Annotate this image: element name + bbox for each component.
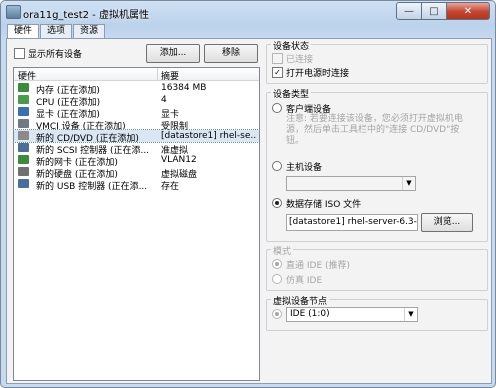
cd-dvd-icon bbox=[18, 131, 29, 140]
col-summary[interactable]: 摘要 bbox=[161, 69, 179, 82]
vdn-radio bbox=[272, 309, 282, 319]
virtual-device-node-select[interactable]: IDE (1:0) ▼ bbox=[286, 307, 418, 322]
remove-button[interactable]: 移除 bbox=[204, 44, 258, 63]
vdn-value: IDE (1:0) bbox=[290, 309, 330, 319]
tab-options[interactable]: 选项 bbox=[40, 24, 73, 38]
maximize-button[interactable]: □ bbox=[422, 2, 447, 20]
host-device-radio[interactable] bbox=[272, 161, 282, 171]
emulate-ide-radio[interactable] bbox=[272, 274, 282, 284]
connect-at-power-on-checkbox[interactable]: ✓ bbox=[272, 67, 283, 78]
show-all-devices-label: 显示所有设备 bbox=[28, 50, 83, 60]
add-button[interactable]: 添加... bbox=[146, 44, 200, 63]
client-device-radio[interactable] bbox=[272, 103, 282, 113]
network-card-icon bbox=[18, 155, 29, 164]
hardware-panel: 显示所有设备 添加... 移除 硬件 摘要 内存 (正在添加) 16384 MB C… bbox=[6, 38, 492, 384]
hardware-row-summary: 4 bbox=[161, 95, 167, 105]
datastore-iso-label: 数据存储 ISO 文件 bbox=[286, 200, 362, 210]
memory-icon bbox=[18, 83, 29, 92]
hardware-row[interactable]: 新的 CD/DVD (正在添加) [datastore1] rhel-se... bbox=[13, 129, 260, 144]
hardware-row-summary: VLAN12 bbox=[161, 155, 197, 165]
iso-path-input[interactable]: [datastore1] rhel-server-6.3-x86_64 bbox=[286, 214, 418, 231]
video-card-icon bbox=[18, 107, 29, 116]
close-button[interactable]: ✕ bbox=[447, 2, 490, 20]
hardware-row[interactable]: VMCI 设备 (正在添加) 受限制 bbox=[14, 118, 259, 132]
hardware-row[interactable]: 新的 USB 控制器 (正在添... 存在 bbox=[14, 178, 259, 192]
hardware-row[interactable]: 新的网卡 (正在添加) VLAN12 bbox=[14, 154, 259, 168]
hardware-row-summary: 16384 MB bbox=[161, 83, 207, 93]
vm-icon bbox=[6, 5, 21, 19]
connected-label: 已连接 bbox=[286, 55, 314, 65]
minimize-button[interactable]: — bbox=[396, 2, 422, 20]
passthrough-ide-radio[interactable] bbox=[272, 259, 282, 269]
usb-controller-icon bbox=[18, 179, 29, 188]
datastore-iso-radio[interactable] bbox=[272, 198, 282, 208]
host-device-label: 主机设备 bbox=[286, 163, 323, 173]
connected-checkbox[interactable] bbox=[272, 53, 283, 64]
vm-properties-window: ora11g_test2 - 虚拟机属性 — □ ✕ 硬件 选项 资源 显示所有… bbox=[0, 0, 496, 388]
client-device-note: 注意: 若要连接该设备，您必须打开虚拟机电源，然后单击工具栏中的"连接 CD/D… bbox=[286, 114, 463, 146]
hardware-row[interactable]: 新的 SCSI 控制器 (正在添... 准虚拟 bbox=[14, 142, 259, 156]
host-device-select[interactable]: ▼ bbox=[286, 176, 416, 191]
title-bar[interactable]: ora11g_test2 - 虚拟机属性 — □ ✕ bbox=[1, 1, 495, 23]
emulate-ide-label: 仿真 IDE bbox=[286, 276, 323, 286]
device-status-legend: 设备状态 bbox=[271, 39, 312, 52]
hardware-list-header: 硬件 摘要 bbox=[14, 68, 259, 82]
vmci-icon bbox=[18, 119, 29, 128]
window-title: ora11g_test2 - 虚拟机属性 bbox=[23, 10, 149, 21]
device-type-legend: 设备类型 bbox=[271, 87, 312, 100]
passthrough-ide-label: 直通 IDE (推荐) bbox=[286, 261, 351, 271]
chevron-down-icon: ▼ bbox=[404, 308, 417, 321]
iso-path-value: [datastore1] rhel-server-6.3-x86_64 bbox=[289, 217, 417, 227]
hardware-row-name: 新的 USB 控制器 (正在添... bbox=[36, 182, 148, 192]
tab-hardware[interactable]: 硬件 bbox=[7, 24, 40, 39]
hardware-row[interactable]: 内存 (正在添加) 16384 MB bbox=[14, 82, 259, 96]
scsi-controller-icon bbox=[18, 143, 29, 152]
hard-disk-icon bbox=[18, 167, 29, 176]
cpu-icon bbox=[18, 95, 29, 104]
chevron-down-icon: ▼ bbox=[402, 177, 415, 190]
virtual-device-node-legend: 虚拟设备节点 bbox=[271, 294, 330, 307]
hardware-list: 硬件 摘要 内存 (正在添加) 16384 MB CPU (正在添加) 4 显卡 (正在… bbox=[13, 67, 260, 381]
hardware-row-summary: [datastore1] rhel-se... bbox=[161, 131, 257, 141]
browse-button[interactable]: 浏览... bbox=[421, 213, 473, 232]
hardware-row[interactable]: 显卡 (正在添加) 显卡 bbox=[14, 106, 259, 120]
show-all-devices-checkbox[interactable] bbox=[14, 48, 25, 59]
hardware-row[interactable]: CPU (正在添加) 4 bbox=[14, 94, 259, 108]
hardware-row-summary: 存在 bbox=[161, 182, 180, 192]
col-hardware[interactable]: 硬件 bbox=[18, 69, 36, 82]
mode-legend: 模式 bbox=[271, 244, 294, 257]
tab-bar: 硬件 选项 资源 bbox=[7, 24, 106, 39]
hardware-row[interactable]: 新的硬盘 (正在添加) 虚拟磁盘 bbox=[14, 166, 259, 180]
tab-resources[interactable]: 资源 bbox=[73, 24, 106, 38]
connect-at-power-on-label: 打开电源时连接 bbox=[286, 69, 350, 79]
